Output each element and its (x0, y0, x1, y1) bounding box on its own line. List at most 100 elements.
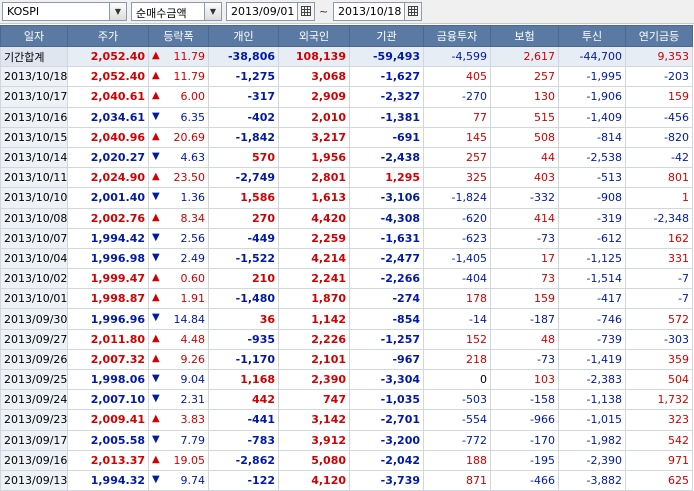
investment-trust-cell: -1,906 (558, 86, 626, 108)
table-row[interactable]: 2013/10/02 1,999.47 ▲ 0.60 210 2,241 -2,266 -40… (0, 268, 693, 290)
financial-investment-cell: 77 (423, 106, 491, 128)
individual-cell: -1,480 (208, 288, 279, 310)
change-cell: ▼ 2.31 (148, 389, 209, 411)
investment-trust-cell: -1,995 (558, 66, 626, 88)
change-cell: ▼ 14.84 (148, 308, 209, 330)
individual-cell: 570 (208, 146, 279, 169)
table-row[interactable]: 2013/10/15 2,040.96 ▲ 20.69 -1,842 3,217 -691 1… (0, 126, 693, 148)
change-cell: ▲ 8.34 (148, 207, 209, 229)
change-cell: ▲ 6.00 (148, 86, 209, 108)
market-select[interactable]: KOSPI ▼ (2, 2, 127, 21)
table-row[interactable]: 2013/10/07 1,994.42 ▼ 2.56 -449 2,259 -1,631 -6… (0, 227, 693, 249)
change-cell: ▼ 2.56 (148, 227, 209, 249)
column-header-institution[interactable]: 기관 (349, 25, 424, 47)
triangle-up-icon: ▲ (152, 292, 160, 304)
date-cell: 2013/10/16 (0, 106, 68, 128)
investment-trust-cell: -814 (558, 126, 626, 148)
change-cell: ▲ 0.60 (148, 268, 209, 290)
price-cell: 2,007.32 (67, 348, 149, 371)
date-cell: 2013/10/14 (0, 146, 68, 169)
financial-investment-cell: -270 (423, 86, 491, 108)
triangle-up-icon: ▲ (152, 453, 160, 465)
institution-cell: -4,308 (349, 207, 424, 229)
column-header-individual[interactable]: 개인 (208, 25, 279, 47)
individual-cell: 1,168 (208, 368, 279, 391)
insurance-cell: 48 (490, 328, 559, 350)
price-cell: 2,020.27 (67, 146, 149, 169)
triangle-down-icon: ▼ (152, 191, 160, 203)
institution-cell: -2,477 (349, 247, 424, 270)
column-header-foreign[interactable]: 외국인 (278, 25, 350, 47)
table-row[interactable]: 2013/09/24 2,007.10 ▼ 2.31 442 747 -1,035 -503-… (0, 389, 693, 411)
triangle-up-icon: ▲ (152, 272, 160, 284)
date-range-separator: ~ (319, 5, 329, 18)
table-row[interactable]: 2013/10/01 1,998.87 ▲ 1.91 -1,480 1,870 -274 17… (0, 288, 693, 310)
column-header-insurance[interactable]: 보험 (490, 25, 559, 47)
column-header-financial-investment[interactable]: 금융투자 (423, 25, 491, 47)
price-cell: 2,040.96 (67, 126, 149, 148)
price-cell: 1,998.87 (67, 288, 149, 310)
institution-cell: -3,106 (349, 187, 424, 209)
table-row[interactable]: 2013/10/11 2,024.90 ▲ 23.50 -2,749 2,801 1,295… (0, 167, 693, 189)
total-row[interactable]: 기간합계 2,052.40 ▲ 11.79 -38,806 108,139 -59,493-… (0, 45, 693, 68)
insurance-cell: 508 (490, 126, 559, 148)
table-row[interactable]: 2013/09/23 2,009.41 ▲ 3.83 -441 3,142 -2,701 -5… (0, 409, 693, 431)
column-header-date[interactable]: 일자 (0, 25, 68, 47)
date-cell: 2013/10/15 (0, 126, 68, 148)
individual-cell: -935 (208, 328, 279, 350)
column-header-pension[interactable]: 연기금등 (625, 25, 693, 47)
column-header-price[interactable]: 주가 (67, 25, 149, 47)
table-row[interactable]: 2013/10/18 2,052.40 ▲ 11.79 -1,275 3,068 -1,62… (0, 66, 693, 88)
chevron-down-icon[interactable]: ▼ (109, 3, 126, 20)
triangle-up-icon: ▲ (152, 90, 160, 102)
table-row[interactable]: 2013/10/10 2,001.40 ▼ 1.36 1,586 1,613 -3,106-… (0, 187, 693, 209)
foreign-cell: 747 (278, 389, 350, 411)
chevron-down-icon[interactable]: ▼ (204, 3, 221, 20)
pension-cell: 162 (625, 227, 693, 249)
date-cell: 2013/09/17 (0, 429, 68, 451)
triangle-up-icon: ▲ (152, 332, 160, 344)
calendar-icon[interactable] (297, 3, 314, 20)
table-row[interactable]: 2013/10/14 2,020.27 ▼ 4.63 570 1,956 -2,438 257… (0, 146, 693, 169)
pension-cell: 801 (625, 167, 693, 189)
table-row[interactable]: 2013/09/26 2,007.32 ▲ 9.26 -1,170 2,101 -967 21… (0, 348, 693, 371)
table-row[interactable]: 2013/10/08 2,002.76 ▲ 8.34 270 4,420 -4,308 -62… (0, 207, 693, 229)
investment-trust-cell: -3,882 (558, 469, 626, 491)
table-row[interactable]: 2013/09/30 1,996.96 ▼ 14.84 36 1,142 -854 -14 -1… (0, 308, 693, 330)
investment-trust-cell: -2,390 (558, 449, 626, 471)
table-row[interactable]: 2013/09/13 1,994.32 ▼ 9.74 -122 4,120 -3,739 87… (0, 469, 693, 491)
change-cell: ▲ 19.05 (148, 449, 209, 471)
table-row[interactable]: 2013/09/25 1,998.06 ▼ 9.04 1,168 2,390 -3,304 0… (0, 368, 693, 391)
table-row[interactable]: 2013/10/17 2,040.61 ▲ 6.00 -317 2,909 -2,327 -2… (0, 86, 693, 108)
foreign-cell: 4,214 (278, 247, 350, 270)
table-row[interactable]: 2013/10/16 2,034.61 ▼ 6.35 -402 2,010 -1,381 77… (0, 106, 693, 128)
date-cell: 2013/10/11 (0, 167, 68, 189)
investor-trading-grid[interactable]: 일자 주가 등락폭 개인 외국인 기관 금융투자 보험 투신 연기금등 기간합계… (0, 25, 694, 491)
date-from-field[interactable]: 2013/09/01 (226, 2, 315, 21)
triangle-up-icon: ▲ (152, 70, 160, 82)
table-row[interactable]: 2013/09/16 2,013.37 ▲ 19.05 -2,862 5,080 -2,04… (0, 449, 693, 471)
metric-select[interactable]: 순매수금액 ▼ (131, 2, 222, 21)
financial-investment-cell: 178 (423, 288, 491, 310)
table-row[interactable]: 2013/09/17 2,005.58 ▼ 7.79 -783 3,912 -3,200 -7… (0, 429, 693, 451)
pension-cell: -42 (625, 146, 693, 169)
insurance-cell: -170 (490, 429, 559, 451)
date-cell: 2013/10/04 (0, 247, 68, 270)
financial-investment-cell: -1,405 (423, 247, 491, 270)
pension-cell: 9,353 (625, 45, 693, 68)
triangle-down-icon: ▼ (152, 312, 160, 324)
institution-cell: -2,042 (349, 449, 424, 471)
date-to-field[interactable]: 2013/10/18 (333, 2, 422, 21)
table-row[interactable]: 2013/10/04 1,996.98 ▼ 2.49 -1,522 4,214 -2,477… (0, 247, 693, 270)
individual-cell: -402 (208, 106, 279, 128)
column-header-investment-trust[interactable]: 투신 (558, 25, 626, 47)
insurance-cell: 2,617 (490, 45, 559, 68)
calendar-icon[interactable] (404, 3, 421, 20)
date-cell: 2013/09/27 (0, 328, 68, 350)
investment-trust-cell: -739 (558, 328, 626, 350)
financial-investment-cell: -620 (423, 207, 491, 229)
column-header-change[interactable]: 등락폭 (148, 25, 209, 47)
table-row[interactable]: 2013/09/27 2,011.80 ▲ 4.48 -935 2,226 -1,257 15… (0, 328, 693, 350)
foreign-cell: 5,080 (278, 449, 350, 471)
triangle-down-icon: ▼ (152, 150, 160, 162)
